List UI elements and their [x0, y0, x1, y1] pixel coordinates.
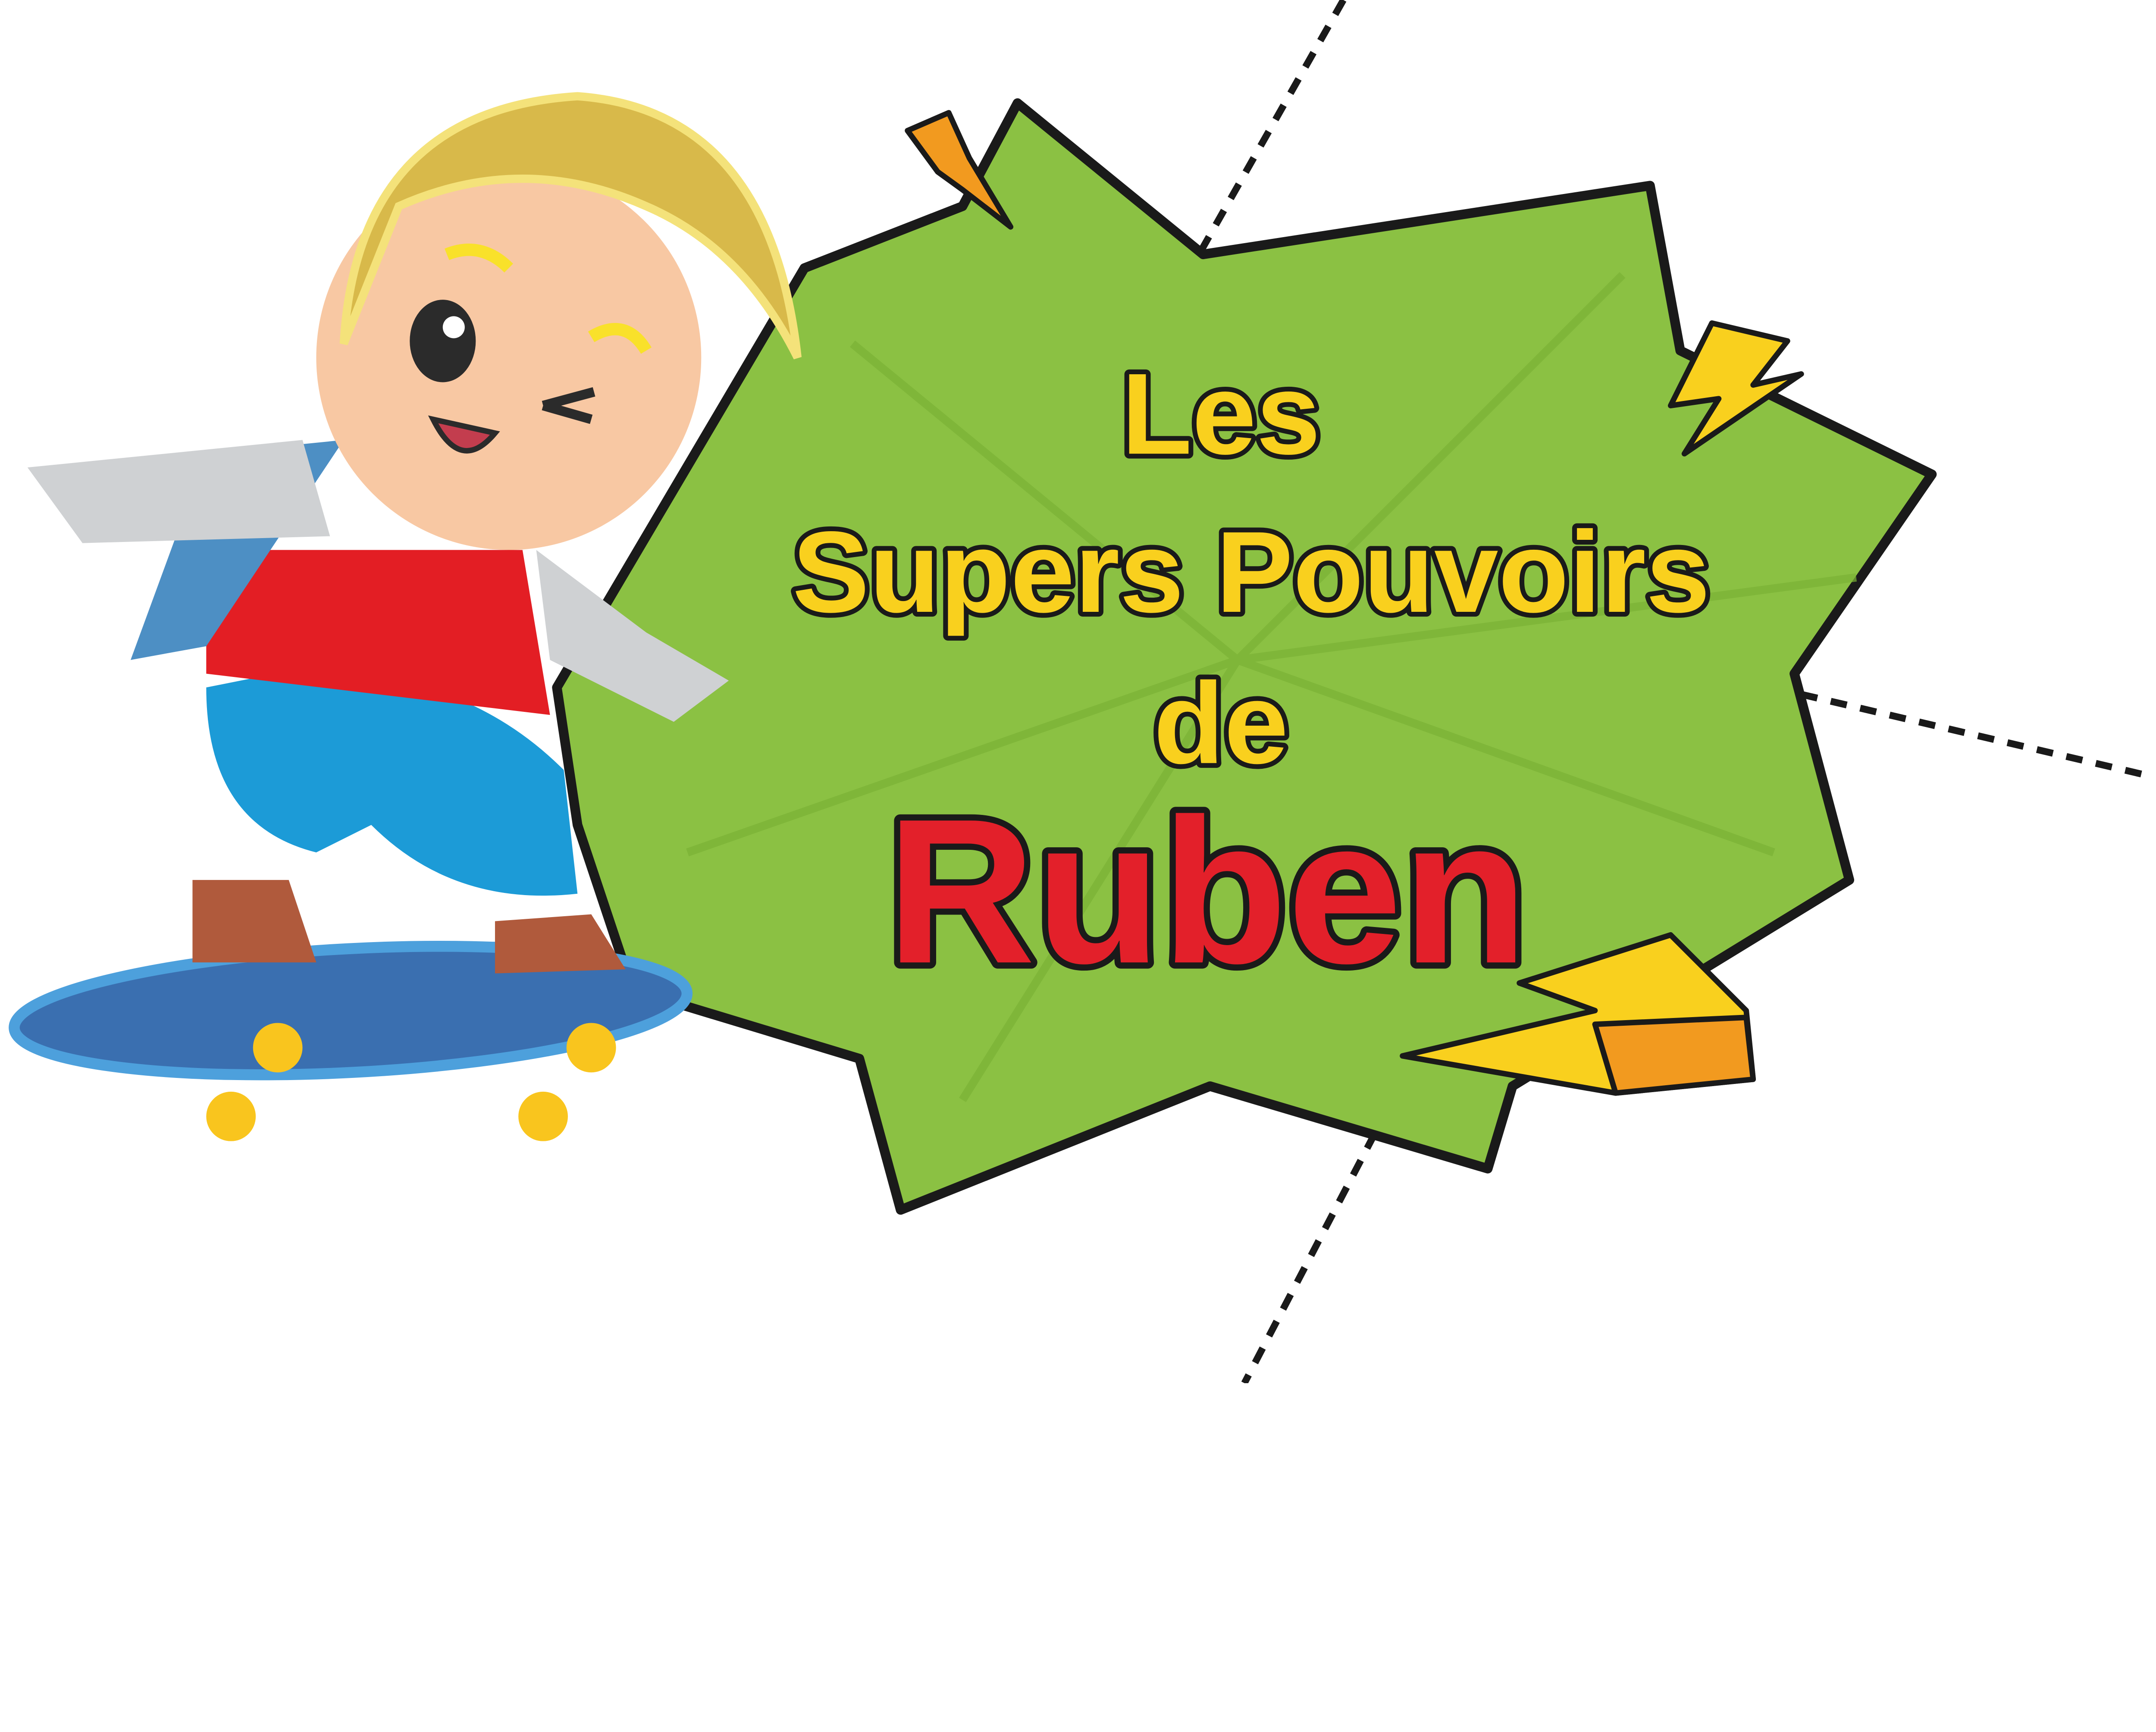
logo-artwork: Les Supers Pouvoirs de Ruben: [9, 0, 2154, 1383]
title-line-supers-pouvoirs: Supers Pouvoirs: [793, 507, 1711, 637]
title-name-ruben: Ruben: [887, 776, 1528, 1006]
title-line-les: Les: [1122, 349, 1321, 478]
title-line-de: de: [1153, 659, 1288, 788]
